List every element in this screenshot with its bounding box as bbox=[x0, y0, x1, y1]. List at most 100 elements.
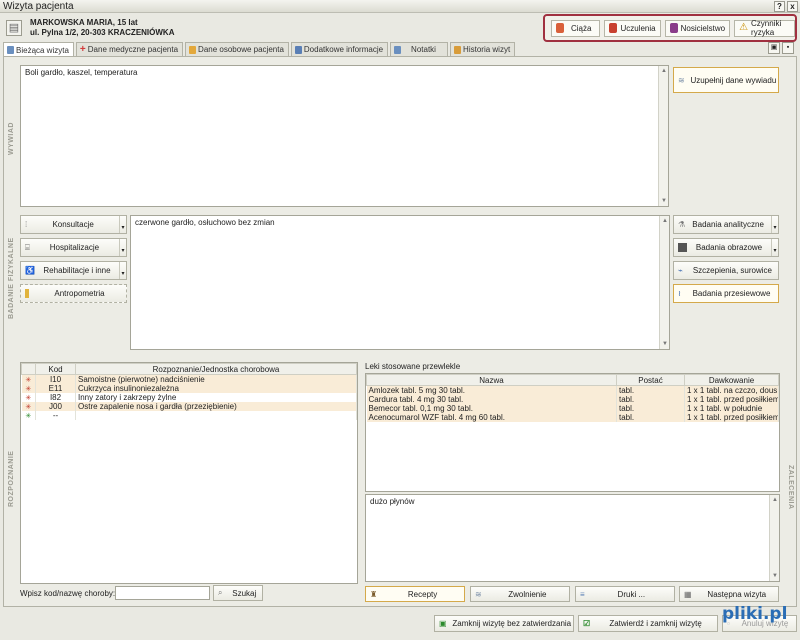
tab-current-visit[interactable]: Bieżąca wizyta bbox=[3, 42, 74, 57]
forms-icon: ≡ bbox=[580, 589, 585, 599]
imaging-tests-button[interactable]: Badania obrazowe ▾ bbox=[673, 238, 779, 257]
col-diagnosis: Rozpoznanie/Jednostka chorobowa bbox=[75, 363, 357, 375]
recommendations-textarea[interactable]: dużo płynów ▲ ▼ bbox=[365, 494, 780, 582]
alert-pregnancy-button[interactable]: Ciąża bbox=[551, 19, 601, 37]
bullet-icon: ✳ bbox=[21, 393, 36, 402]
history-icon bbox=[454, 45, 462, 54]
visit-panel: WYWIAD Boli gardło, kaszel, temperatura … bbox=[3, 56, 797, 607]
prescriptions-button[interactable]: ♜ Recepty bbox=[365, 586, 465, 602]
interview-section-label: WYWIAD bbox=[8, 122, 15, 155]
window-titlebar: Wizyta pacjenta ? x bbox=[0, 0, 800, 13]
rehab-icon: ♿ bbox=[25, 266, 35, 275]
consultations-button[interactable]: ⁞ Konsultacje ▾ bbox=[20, 215, 127, 234]
confirm-icon: ☑ bbox=[583, 619, 591, 628]
chevron-down-icon[interactable]: ▾ bbox=[771, 239, 778, 256]
anthropometry-button[interactable]: Antropometria bbox=[20, 284, 127, 303]
table-row[interactable]: ✳ E11 Cukrzyca insulinoniezależna bbox=[21, 384, 357, 393]
interview-scrollbar[interactable]: ▲ ▼ bbox=[658, 66, 668, 206]
screening-icon: ≀ bbox=[678, 289, 681, 298]
diagnosis-table: Kod Rozpoznanie/Jednostka chorobowa ✳ I1… bbox=[20, 362, 358, 584]
diagnosis-search-input[interactable] bbox=[115, 586, 210, 600]
search-button[interactable]: ⌕ Szukaj bbox=[213, 585, 263, 601]
vaccinations-button[interactable]: ⌁ Szczepienia, surowice bbox=[673, 261, 779, 280]
patient-address: ul. Pylna 1/2, 20-303 KRACZENIÓWKA bbox=[30, 28, 175, 37]
chronic-meds-table: Nazwa Postać Dawkowanie Amlozek tabl. 5 … bbox=[365, 373, 780, 492]
print-icon[interactable]: ▣ bbox=[768, 42, 780, 54]
diagnosis-section-label: ROZPOZNANIE bbox=[8, 450, 15, 507]
alert-allergies-button[interactable]: Uczulenia bbox=[604, 19, 661, 37]
allergy-icon bbox=[609, 23, 618, 33]
check-icon: ▣ bbox=[439, 619, 447, 628]
table-row[interactable]: Bemecor tabl. 0,1 mg 30 tabl. tabl. 1 x … bbox=[366, 404, 779, 413]
tab-bar: Bieżąca wizyta + Dane medyczne pacjenta D… bbox=[3, 42, 517, 57]
warning-icon: ⚠ bbox=[739, 22, 749, 33]
window-title: Wizyta pacjenta bbox=[3, 1, 74, 12]
fill-data-icon: ≋ bbox=[678, 75, 685, 85]
calendar-icon: ▦ bbox=[684, 589, 692, 599]
chevron-down-icon[interactable]: ▾ bbox=[771, 216, 778, 233]
ruler-icon bbox=[25, 289, 29, 298]
sick-leave-icon: ≋ bbox=[475, 589, 482, 599]
flask-icon: ⚗ bbox=[678, 220, 686, 229]
bed-icon: ⌸ bbox=[25, 242, 30, 252]
red-cross-icon: + bbox=[79, 43, 86, 55]
rehabilitation-button[interactable]: ♿ Rehabilitacje i inne ▾ bbox=[20, 261, 127, 280]
footer-bar: ▣ Zamknij wizytę bez zatwierdzania ☑ Zat… bbox=[0, 610, 800, 640]
bullet-icon: ✳ bbox=[21, 374, 36, 384]
table-row[interactable]: ✳ I82 Inny zatory i zakrzepy żylne bbox=[21, 393, 357, 402]
col-med-form: Postać bbox=[616, 374, 685, 386]
close-button[interactable]: x bbox=[787, 1, 798, 12]
alerts-group: Ciąża Uczulenia Nosicielstwo ⚠ Czynniki … bbox=[543, 14, 797, 42]
exam-textarea[interactable]: czerwone gardło, osłuchowo bez zmian ▲ ▼ bbox=[130, 215, 670, 350]
confirm-and-close-button[interactable]: ☑ Zatwierdź i zamknij wizytę bbox=[578, 615, 718, 632]
alert-risk-factors-button[interactable]: ⚠ Czynniki ryzyka bbox=[734, 19, 795, 37]
recommendations-section-label: ZALECENIA bbox=[787, 465, 794, 510]
close-without-confirm-button[interactable]: ▣ Zamknij wizytę bez zatwierdzania bbox=[434, 615, 574, 632]
next-visit-button[interactable]: ▦ Następna wizyta bbox=[679, 586, 779, 602]
chevron-down-icon[interactable]: ▾ bbox=[119, 239, 126, 256]
col-indicator bbox=[21, 363, 36, 375]
recommendations-scrollbar[interactable]: ▲ ▼ bbox=[769, 495, 779, 581]
chevron-down-icon[interactable]: ▾ bbox=[119, 216, 126, 233]
screening-tests-button[interactable]: ≀ Badania przesiewowe bbox=[673, 284, 779, 303]
exam-section-label: BADANIE FIZYKALNE bbox=[8, 237, 15, 319]
tab-personal-data[interactable]: Dane osobowe pacjenta bbox=[185, 42, 289, 56]
chevron-down-icon[interactable]: ▾ bbox=[119, 262, 126, 279]
patient-card-icon[interactable]: ▤ bbox=[6, 20, 22, 36]
tab-visit-history[interactable]: Historia wizyt bbox=[450, 42, 516, 56]
tab-additional-info[interactable]: Dodatkowe informacje bbox=[290, 42, 389, 56]
hospitalizations-button[interactable]: ⌸ Hospitalizacje ▾ bbox=[20, 238, 127, 257]
table-row[interactable]: ✳ J00 Ostre zapalenie nosa i gardła (prz… bbox=[21, 402, 357, 411]
col-med-name: Nazwa bbox=[366, 374, 617, 386]
search-icon: ⌕ bbox=[218, 588, 223, 597]
table-row[interactable]: Cardura tabl. 4 mg 30 tabl. tabl. 1 x 1 … bbox=[366, 395, 779, 404]
notes-icon bbox=[394, 45, 402, 54]
tab-notes[interactable]: Notatki bbox=[390, 42, 449, 56]
chronic-meds-title: Leki stosowane przewlekle bbox=[365, 362, 461, 371]
fill-interview-button[interactable]: ≋ Uzupełnij dane wywiadu bbox=[673, 67, 779, 93]
bullet-icon: ✳ bbox=[21, 384, 36, 393]
visit-icon bbox=[7, 46, 14, 54]
bullet-icon: ✳ bbox=[21, 402, 36, 411]
interview-textarea[interactable]: Boli gardło, kaszel, temperatura ▲ ▼ bbox=[20, 65, 669, 207]
watermark-logo: pliki.pl bbox=[722, 604, 788, 624]
sick-leave-button[interactable]: ≋ Zwolnienie bbox=[470, 586, 570, 602]
table-row[interactable]: Acenocumarol WZF tabl. 4 mg 60 tabl. tab… bbox=[366, 413, 779, 422]
alert-carrier-button[interactable]: Nosicielstwo bbox=[664, 19, 731, 37]
help-button[interactable]: ? bbox=[774, 1, 785, 12]
table-row-new[interactable]: ✳ -- bbox=[21, 411, 357, 420]
forms-button[interactable]: ≡ Druki ... bbox=[575, 586, 675, 602]
col-med-dose: Dawkowanie bbox=[684, 374, 779, 386]
table-row[interactable]: ✳ I10 Samoistne (pierwotne) nadciśnienie bbox=[21, 374, 357, 384]
tab-medical-data[interactable]: + Dane medyczne pacjenta bbox=[75, 42, 184, 56]
exam-scrollbar[interactable]: ▲ ▼ bbox=[659, 216, 669, 349]
prescription-icon: ♜ bbox=[370, 589, 378, 599]
add-icon: ✳ bbox=[21, 411, 36, 420]
carrier-icon bbox=[669, 23, 678, 33]
person-icon bbox=[189, 45, 197, 54]
xray-icon bbox=[678, 243, 687, 252]
patient-name: MARKOWSKA MARIA, 15 lat bbox=[30, 18, 138, 27]
table-row[interactable]: Amlozek tabl. 5 mg 30 tabl. tabl. 1 x 1 … bbox=[366, 385, 779, 395]
lab-tests-button[interactable]: ⚗ Badania analityczne ▾ bbox=[673, 215, 779, 234]
save-icon[interactable]: ▪ bbox=[782, 42, 794, 54]
